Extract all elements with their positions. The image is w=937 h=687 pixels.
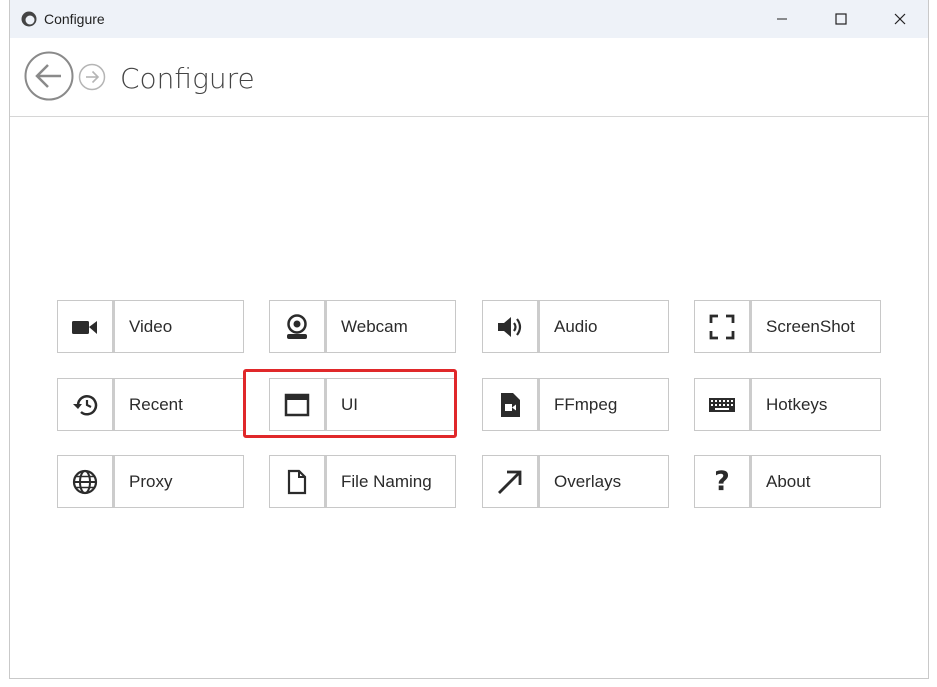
video-file-icon (501, 392, 520, 417)
page-title: Configure (120, 62, 255, 95)
keyboard-icon (709, 397, 735, 412)
tile-label: Audio (554, 316, 598, 336)
video-camera-icon (72, 320, 97, 334)
maximize-icon (835, 13, 847, 25)
app-icon (21, 11, 37, 27)
tile-video[interactable]: Video (57, 300, 244, 353)
tile-file-naming[interactable]: File Naming (269, 455, 456, 508)
tile-label: Webcam (341, 316, 408, 336)
title-bar[interactable]: Configure (10, 0, 928, 38)
tile-webcam[interactable]: Webcam (269, 300, 456, 353)
globe-icon (72, 469, 98, 494)
tile-hotkeys[interactable]: Hotkeys (694, 378, 881, 431)
tile-recent[interactable]: Recent (57, 378, 244, 431)
tile-screenshot[interactable]: ScreenShot (694, 300, 881, 353)
tile-label: FFmpeg (554, 394, 618, 414)
page-header: Configure (10, 38, 928, 117)
tile-overlays[interactable]: Overlays (482, 455, 669, 508)
screenshot-frame-icon (709, 314, 735, 339)
tile-label: Proxy (129, 471, 173, 491)
tile-label: Overlays (554, 471, 622, 491)
webcam-icon (287, 313, 307, 339)
close-icon (894, 13, 906, 25)
tile-proxy[interactable]: Proxy (57, 455, 244, 508)
tile-about[interactable]: ? About (694, 455, 881, 508)
maximize-button[interactable] (818, 0, 864, 38)
tile-label: Recent (129, 394, 183, 414)
speaker-icon (498, 316, 522, 337)
minimize-button[interactable] (759, 0, 805, 38)
tile-label: File Naming (341, 471, 432, 491)
history-icon (73, 394, 98, 416)
tile-label: About (766, 471, 811, 491)
selection-highlight (243, 369, 457, 438)
tile-audio[interactable]: Audio (482, 300, 669, 353)
close-button[interactable] (877, 0, 923, 38)
window-title: Configure (44, 11, 105, 27)
tile-label: Hotkeys (766, 394, 828, 414)
tile-label: Video (129, 316, 173, 336)
minimize-icon (777, 18, 787, 20)
forward-button[interactable] (78, 63, 106, 91)
back-button[interactable] (24, 51, 74, 101)
tile-ffmpeg[interactable]: FFmpeg (482, 378, 669, 431)
file-icon (287, 469, 307, 494)
question-mark-icon: ? (714, 466, 730, 497)
tile-label: ScreenShot (766, 316, 855, 336)
arrow-up-right-icon (498, 470, 522, 494)
